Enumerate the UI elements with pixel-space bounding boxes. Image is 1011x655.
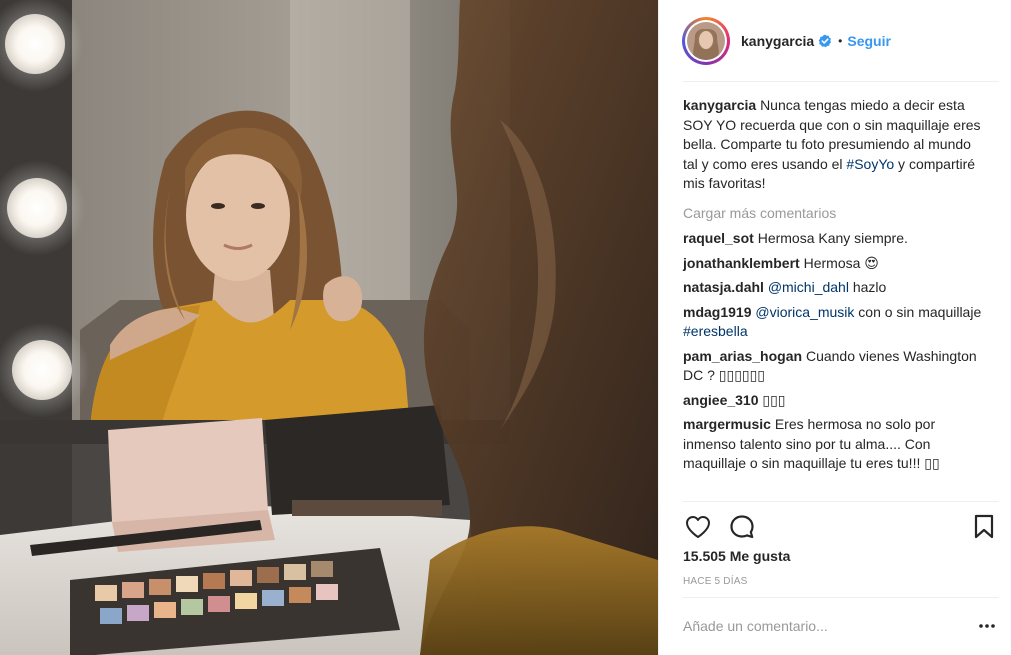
post-actions-bar <box>683 501 999 547</box>
comment-mention[interactable]: @michi_dahl <box>768 279 849 295</box>
comment-username[interactable]: jonathanklembert <box>683 255 800 271</box>
comment-item: pam_arias_hogan Cuando vienes Washington… <box>683 347 983 386</box>
comment-username[interactable]: margermusic <box>683 416 771 432</box>
more-options-button[interactable] <box>975 614 999 638</box>
comment-username[interactable]: mdag1919 <box>683 304 751 320</box>
load-more-comments-button[interactable]: Cargar más comentarios <box>683 204 983 224</box>
add-comment-bar <box>683 597 999 655</box>
post-photo-illustration <box>0 0 658 655</box>
comment-item: raquel_sot Hermosa Kany siempre. <box>683 229 983 249</box>
post-sidebar: kanygarcia • Seguir kanygarcia Nunca ten… <box>658 0 1011 655</box>
caption-hashtag[interactable]: #SoyYo <box>846 156 894 172</box>
comment-hashtag[interactable]: #eresbella <box>683 323 748 339</box>
comment-username[interactable]: pam_arias_hogan <box>683 348 802 364</box>
comment-username[interactable]: angiee_310 <box>683 392 759 408</box>
like-button[interactable] <box>683 512 713 542</box>
post-timestamp[interactable]: Hace 5 días <box>683 576 747 587</box>
comment-item: margermusic Eres hermosa no solo por inm… <box>683 415 983 474</box>
comment-username[interactable]: natasja.dahl <box>683 279 764 295</box>
instagram-post-modal: kanygarcia • Seguir kanygarcia Nunca ten… <box>0 0 1011 655</box>
save-button[interactable] <box>969 512 999 542</box>
post-header: kanygarcia • Seguir <box>659 0 1011 82</box>
comment-item: jonathanklembert Hermosa 😍 <box>683 254 983 274</box>
comment-text: Hermosa Kany siempre. <box>757 230 908 246</box>
comment-text: ▯▯▯ <box>762 391 786 408</box>
comment-input[interactable] <box>683 618 975 634</box>
header-username[interactable]: kanygarcia <box>741 33 814 49</box>
avatar-image <box>687 22 725 60</box>
comment-item: mdag1919 @viorica_musik con o sin maquil… <box>683 303 983 342</box>
comment-text: hazlo <box>848 279 887 295</box>
avatar-inner <box>685 20 727 62</box>
more-options-icon <box>979 624 995 628</box>
likes-count[interactable]: 15.505 Me gusta <box>683 548 790 564</box>
bookmark-icon <box>974 514 994 539</box>
comment-bubble-icon <box>730 515 754 539</box>
comment-text: Hermosa 😍 <box>803 254 879 271</box>
heart-icon <box>686 516 710 538</box>
comment-item: angiee_310 ▯▯▯ <box>683 391 983 411</box>
header-separator: • <box>838 34 843 48</box>
comment-text: con o sin maquillaje <box>854 303 982 320</box>
comment-mention[interactable]: @viorica_musik <box>755 304 854 320</box>
comment-button[interactable] <box>727 512 757 542</box>
post-caption: kanygarcia Nunca tengas miedo a decir es… <box>683 96 983 194</box>
verified-badge-icon <box>818 34 832 48</box>
caption-username[interactable]: kanygarcia <box>683 97 756 113</box>
comments-list[interactable]: kanygarcia Nunca tengas miedo a decir es… <box>683 96 983 474</box>
follow-button[interactable]: Seguir <box>847 33 891 49</box>
comment-username[interactable]: raquel_sot <box>683 230 754 246</box>
comment-item: natasja.dahl @michi_dahl hazlo <box>683 278 983 298</box>
avatar[interactable] <box>682 17 730 65</box>
post-photo[interactable] <box>0 0 658 655</box>
